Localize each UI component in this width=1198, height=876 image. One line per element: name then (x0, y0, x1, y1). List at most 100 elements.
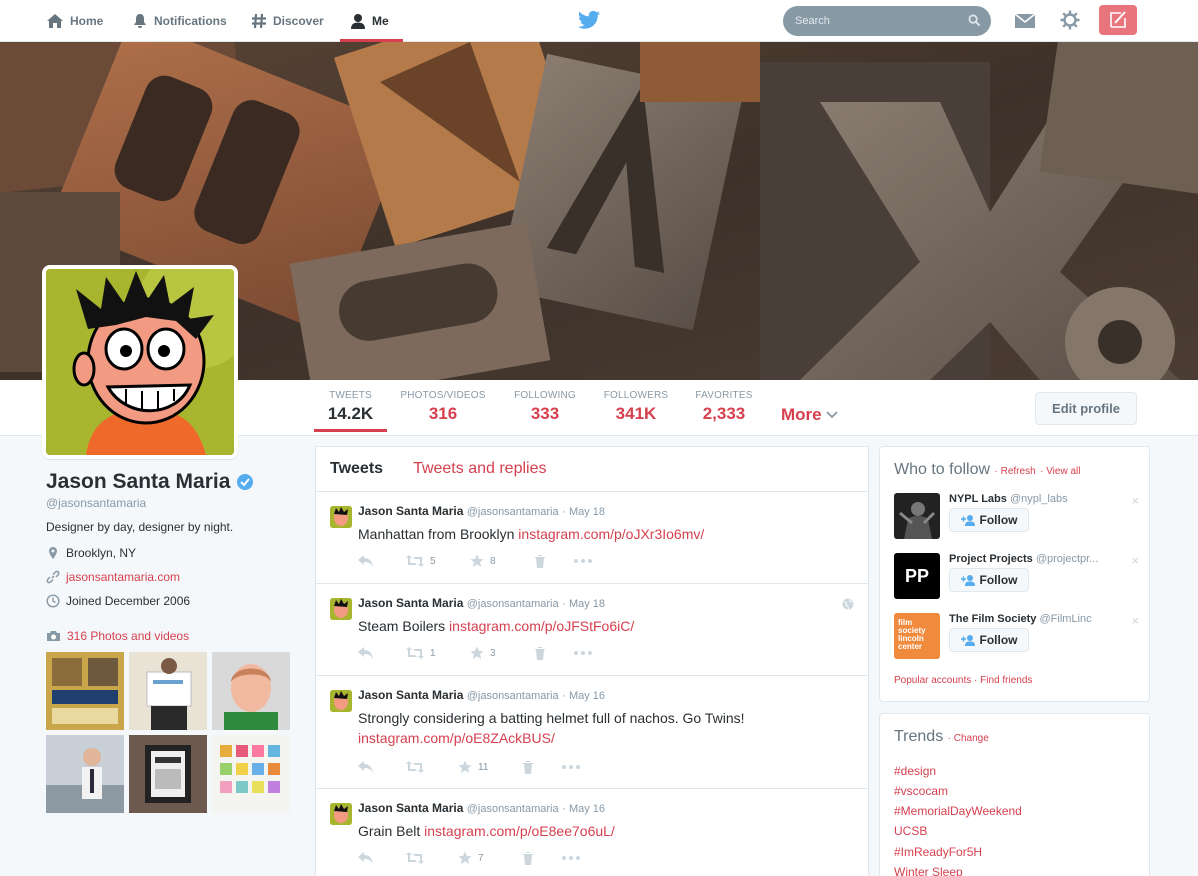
tweet-author-name[interactable]: Jason Santa Maria (358, 688, 463, 702)
stat-followers[interactable]: FOLLOWERS 341K (600, 390, 672, 424)
suggestion-name[interactable]: The Film Society @FilmLinc (949, 613, 1124, 625)
tweet-date[interactable]: May 16 (569, 803, 605, 815)
nav-me[interactable]: Me (340, 0, 403, 42)
trend-item[interactable]: #MemorialDayWeekend (894, 804, 1022, 818)
photo-thumbnail[interactable] (46, 735, 124, 813)
view-all-link[interactable]: View all (1046, 466, 1080, 477)
reply-button[interactable] (358, 761, 406, 773)
tab-tweets-and-replies[interactable]: Tweets and replies (413, 460, 546, 478)
trend-item[interactable]: #vscocam (894, 784, 948, 798)
photo-thumbnail[interactable] (129, 735, 207, 813)
tweet-author-handle[interactable]: @jasonsantamaria (467, 690, 559, 702)
suggestion-name[interactable]: NYPL Labs @nypl_labs (949, 493, 1124, 505)
tweet-author-handle[interactable]: @jasonsantamaria (467, 803, 559, 815)
delete-button[interactable] (522, 760, 562, 774)
tweet-avatar[interactable] (330, 690, 352, 712)
tweet-link[interactable]: instagram.com/p/oJXr3Io6mv/ (518, 526, 704, 542)
tweet-avatar[interactable] (330, 598, 352, 620)
favorite-button[interactable]: 8 (470, 554, 534, 568)
stat-following[interactable]: FOLLOWING 333 (510, 390, 580, 424)
gear-icon[interactable] (1060, 10, 1080, 30)
search-icon[interactable] (968, 14, 981, 27)
trend-item[interactable]: #design (894, 764, 936, 778)
dismiss-suggestion-close-icon[interactable]: × (1131, 493, 1139, 508)
follow-button[interactable]: Follow (949, 568, 1029, 592)
follow-button[interactable]: Follow (949, 508, 1029, 532)
more-options-button[interactable] (574, 559, 592, 563)
search-input[interactable] (795, 15, 965, 27)
add-user-icon (960, 575, 975, 586)
photo-thumbnail[interactable] (129, 652, 207, 730)
delete-button[interactable] (534, 554, 574, 568)
twitter-bird-icon[interactable] (578, 10, 600, 30)
tweet-date[interactable]: May 18 (569, 598, 605, 610)
tweet-item[interactable]: Jason Santa Maria @jasonsantamaria · May… (316, 492, 868, 584)
retweet-button[interactable] (406, 852, 458, 864)
change-trends-link[interactable]: Change (954, 733, 989, 744)
dismiss-suggestion-close-icon[interactable]: × (1131, 553, 1139, 568)
favorite-button[interactable]: 7 (458, 851, 522, 865)
tweet-item[interactable]: Jason Santa Maria @jasonsantamaria · May… (316, 789, 868, 876)
reply-button[interactable] (358, 647, 406, 659)
tweet-author-handle[interactable]: @jasonsantamaria (467, 506, 559, 518)
tweet-avatar[interactable] (330, 803, 352, 825)
photo-thumbnail[interactable] (212, 735, 290, 813)
trend-item[interactable]: UCSB (894, 824, 927, 838)
suggestion-avatar[interactable]: PP (894, 553, 940, 599)
edit-profile-button[interactable]: Edit profile (1035, 392, 1137, 425)
stat-favorites[interactable]: FAVORITES 2,333 (690, 390, 758, 424)
trend-item[interactable]: Winter Sleep (894, 865, 963, 876)
delete-button[interactable] (522, 851, 562, 865)
favorite-button[interactable]: 11 (458, 760, 522, 774)
tweet-link[interactable]: instagram.com/p/oE8ZAckBUS/ (358, 730, 555, 746)
tweet-separator: · (561, 598, 566, 610)
tweet-item[interactable]: Jason Santa Maria @jasonsantamaria · May… (316, 584, 868, 676)
suggestion-avatar[interactable] (894, 493, 940, 539)
tweet-date[interactable]: May 18 (569, 506, 605, 518)
retweet-button[interactable]: 1 (406, 647, 470, 659)
find-friends-link[interactable]: Find friends (980, 675, 1032, 686)
photo-thumbnail[interactable] (46, 652, 124, 730)
follow-button[interactable]: Follow (949, 628, 1029, 652)
photo-thumbnail[interactable] (212, 652, 290, 730)
reply-button[interactable] (358, 555, 406, 567)
nav-home[interactable]: Home (46, 0, 103, 42)
tweet-link[interactable]: instagram.com/p/oJFStFo6iC/ (449, 618, 634, 634)
search-box[interactable] (783, 6, 991, 36)
more-options-button[interactable] (574, 651, 592, 655)
popular-accounts-link[interactable]: Popular accounts (894, 675, 971, 686)
retweet-button[interactable] (406, 761, 458, 773)
retweet-button[interactable]: 5 (406, 555, 470, 567)
trend-item[interactable]: #ImReadyFor5H (894, 845, 982, 859)
profile-avatar[interactable] (42, 265, 238, 459)
dismiss-suggestion-close-icon[interactable]: × (1131, 613, 1139, 628)
tweet-item[interactable]: Jason Santa Maria @jasonsantamaria · May… (316, 676, 868, 789)
tweet-date[interactable]: May 16 (569, 690, 605, 702)
nav-discover[interactable]: Discover (251, 0, 324, 42)
delete-button[interactable] (534, 646, 574, 660)
profile-website-link[interactable]: jasonsantamaria.com (66, 570, 180, 584)
more-menu[interactable]: More (781, 405, 838, 425)
reply-button[interactable] (358, 852, 406, 864)
tweet-link[interactable]: instagram.com/p/oE8ee7o6uL/ (424, 823, 615, 839)
compose-tweet-button[interactable] (1099, 5, 1137, 35)
stat-tweets[interactable]: TWEETS 14.2K (314, 390, 387, 432)
tweet-avatar[interactable] (330, 506, 352, 528)
refresh-link[interactable]: Refresh (1001, 466, 1036, 477)
tweet-author-name[interactable]: Jason Santa Maria (358, 596, 463, 610)
photos-videos-link[interactable]: 316 Photos and videos (46, 629, 189, 643)
favorite-button[interactable]: 3 (470, 646, 534, 660)
tweet-author-handle[interactable]: @jasonsantamaria (467, 598, 559, 610)
tab-tweets[interactable]: Tweets (330, 460, 383, 478)
more-options-button[interactable] (562, 856, 580, 860)
nav-notifications[interactable]: Notifications (132, 0, 227, 42)
profile-website[interactable]: jasonsantamaria.com (46, 570, 180, 584)
stat-photos-videos[interactable]: PHOTOS/VIDEOS 316 (398, 390, 488, 424)
suggestion-avatar[interactable]: film society lincoln center (894, 613, 940, 659)
tweet-author-name[interactable]: Jason Santa Maria (358, 801, 463, 815)
more-options-button[interactable] (562, 765, 580, 769)
messages-icon[interactable] (1014, 13, 1036, 29)
tweet-author-name[interactable]: Jason Santa Maria (358, 504, 463, 518)
suggestion-name[interactable]: Project Projects @projectpr... (949, 553, 1124, 565)
profile-handle[interactable]: @jasonsantamaria (46, 496, 146, 510)
